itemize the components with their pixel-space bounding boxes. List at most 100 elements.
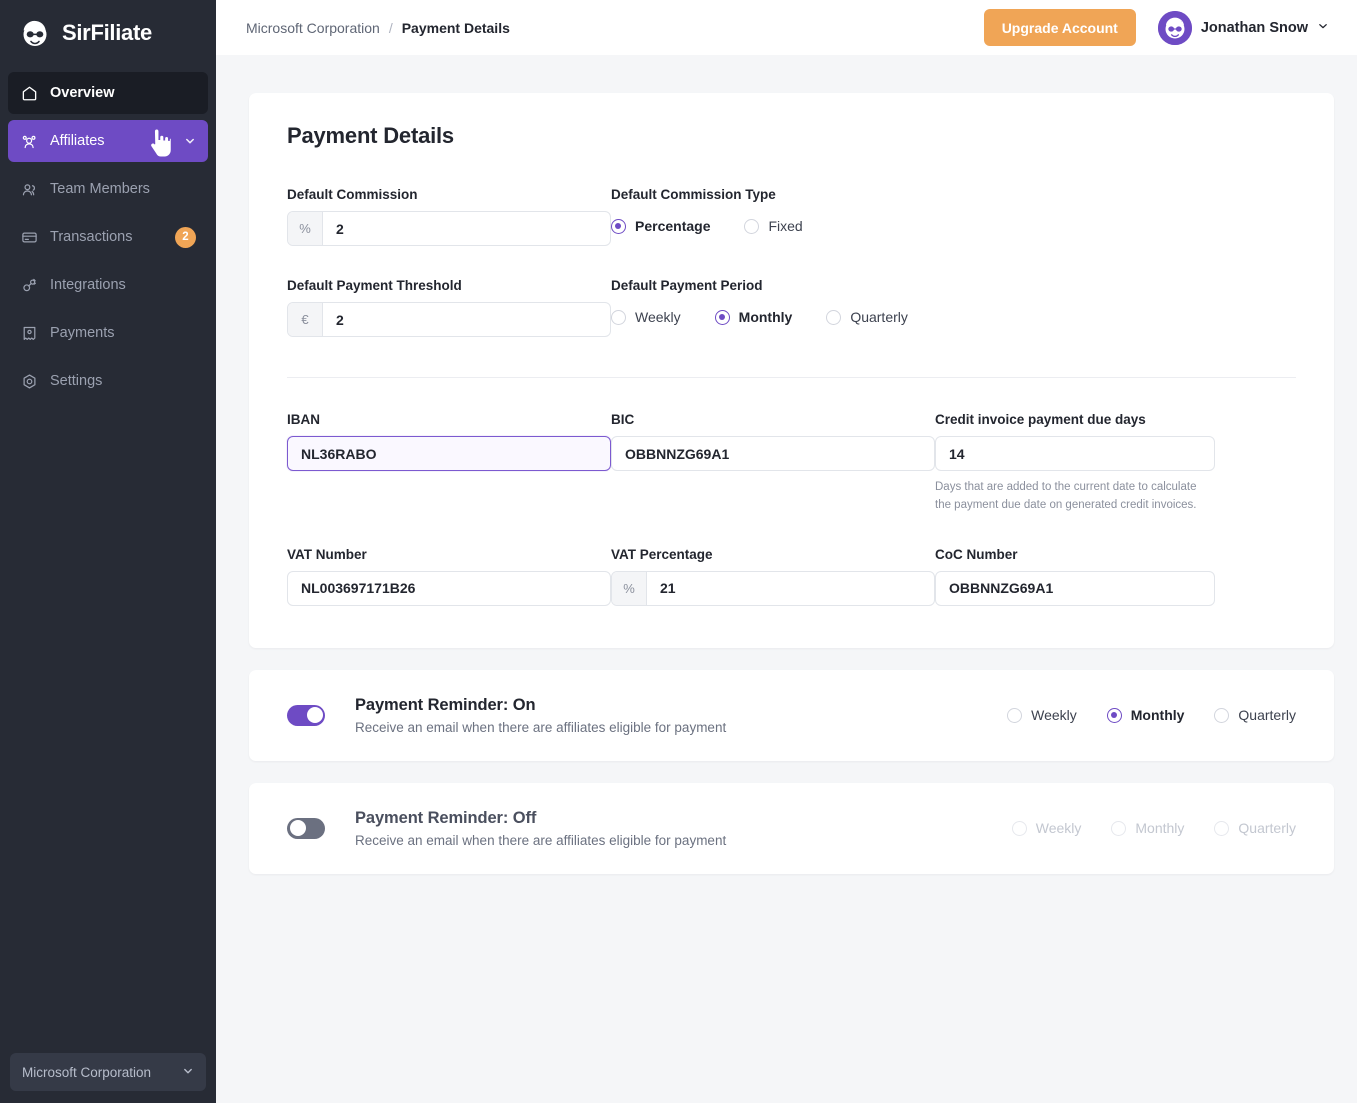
radio-dot-icon xyxy=(611,218,626,234)
sidebar-item-payments[interactable]: Payments xyxy=(8,312,208,354)
integrations-plug-icon xyxy=(20,276,38,294)
upgrade-account-button[interactable]: Upgrade Account xyxy=(983,9,1136,46)
radio-period-weekly[interactable]: Weekly xyxy=(611,309,681,325)
chevron-down-icon xyxy=(182,1065,194,1080)
radio-label: Monthly xyxy=(1130,707,1185,724)
page-title: Payment Details xyxy=(287,123,454,148)
sidebar-item-label: Integrations xyxy=(50,277,126,293)
affiliates-group-icon xyxy=(20,132,38,150)
field-label: Credit invoice payment due days xyxy=(935,412,1146,427)
sidebar-item-transactions[interactable]: Transactions 2 xyxy=(8,216,208,258)
field-vat-number: VAT Number xyxy=(287,547,611,606)
vat-percentage-input-wrap[interactable]: % xyxy=(611,570,935,606)
iban-input-wrap[interactable] xyxy=(287,436,611,471)
form-row-bank: IBAN BIC xyxy=(287,412,1296,547)
sidebar-item-integrations[interactable]: Integrations xyxy=(8,264,208,306)
credit-invoice-hint: Days that are added to the current date … xyxy=(935,481,1197,511)
form-row-commission: Default Commission % Default Commission … xyxy=(287,187,1296,278)
mascot-logo-icon xyxy=(18,16,52,50)
main-content: Payment Details Default Commission % 2 D… xyxy=(216,55,1357,1103)
vat-percentage-input[interactable] xyxy=(647,571,934,605)
bic-input-wrap[interactable] xyxy=(611,436,935,471)
coc-number-input-wrap[interactable] xyxy=(935,570,1215,606)
reminder-off-title: Payment Reminder: Off xyxy=(355,808,537,827)
radio-period-quarterly[interactable]: Quarterly xyxy=(826,309,908,325)
radio-label: Weekly xyxy=(1035,820,1082,837)
user-menu[interactable]: Jonathan Snow xyxy=(1157,10,1329,45)
field-label: BIC xyxy=(611,412,635,427)
radio-dot-icon xyxy=(744,218,760,234)
reminder-on-texts: Payment Reminder: On Receive an email wh… xyxy=(355,696,1007,735)
field-label: IBAN xyxy=(287,412,320,427)
team-members-icon xyxy=(20,180,38,198)
radio-reminder-on-quarterly[interactable]: Quarterly xyxy=(1214,707,1296,723)
field-credit-invoice-due-days: Credit invoice payment due days Days tha… xyxy=(935,412,1215,515)
payment-period-radio-group: Weekly Monthly Quarterly xyxy=(611,302,935,325)
sidebar-item-team-members[interactable]: Team Members xyxy=(8,168,208,210)
radio-reminder-off-weekly: Weekly xyxy=(1011,820,1082,837)
radio-label: Monthly xyxy=(1135,820,1185,837)
sidebar-footer: Microsoft Corporation xyxy=(0,1053,216,1103)
field-label: VAT Number xyxy=(287,546,367,562)
credit-invoice-due-days-input[interactable] xyxy=(936,437,1214,470)
section-divider xyxy=(287,377,1296,378)
field-bic: BIC xyxy=(611,412,935,471)
default-commission-input-wrap[interactable]: % xyxy=(287,211,611,246)
toggle-knob-icon xyxy=(289,820,306,837)
default-payment-threshold-input-wrap[interactable]: € xyxy=(287,302,611,337)
reminder-on-title: Payment Reminder: On xyxy=(355,695,536,714)
reminder-on-description: Receive an email when there are affiliat… xyxy=(355,719,727,735)
reminder-off-radio-group: Weekly Monthly Quarterly xyxy=(1011,820,1296,837)
payment-reminder-on-card: Payment Reminder: On Receive an email wh… xyxy=(249,669,1334,761)
transactions-badge: 2 xyxy=(175,226,196,248)
breadcrumb-current: Payment Details xyxy=(401,19,510,36)
radio-dot-icon xyxy=(1011,820,1027,836)
reminder-off-texts: Payment Reminder: Off Receive an email w… xyxy=(355,809,1012,848)
org-switcher[interactable]: Microsoft Corporation xyxy=(10,1053,206,1091)
brand[interactable]: SirFiliate xyxy=(0,0,216,68)
sidebar-item-overview[interactable]: Overview xyxy=(8,72,208,114)
breadcrumb-separator: / xyxy=(388,19,393,36)
field-label: VAT Percentage xyxy=(611,546,713,562)
vat-number-input[interactable] xyxy=(288,571,610,605)
vat-number-input-wrap[interactable] xyxy=(287,570,611,606)
sidebar-item-label: Payments xyxy=(50,325,115,341)
topbar-actions: Upgrade Account Jonathan Snow xyxy=(983,9,1329,46)
breadcrumb: Microsoft Corporation / Payment Details xyxy=(246,20,510,36)
payment-reminder-on-toggle[interactable] xyxy=(287,704,325,726)
radio-reminder-on-weekly[interactable]: Weekly xyxy=(1007,707,1077,723)
radio-reminder-off-monthly: Monthly xyxy=(1111,820,1184,836)
field-iban: IBAN xyxy=(287,412,611,471)
sidebar-item-settings[interactable]: Settings xyxy=(8,360,208,402)
radio-reminder-on-monthly[interactable]: Monthly xyxy=(1106,707,1185,724)
radio-dot-icon xyxy=(1111,820,1127,836)
sidebar-item-affiliates[interactable]: Affiliates xyxy=(8,120,208,162)
default-payment-threshold-input[interactable] xyxy=(323,303,610,336)
field-default-commission-type: Default Commission Type Percentage Fixed xyxy=(611,187,935,234)
payment-reminder-off-toggle[interactable] xyxy=(287,817,325,839)
radio-label: Monthly xyxy=(738,309,793,325)
chevron-down-icon[interactable] xyxy=(184,135,196,147)
content-area: Microsoft Corporation / Payment Details … xyxy=(216,0,1357,1103)
radio-reminder-off-quarterly: Quarterly xyxy=(1214,820,1296,836)
topbar: Microsoft Corporation / Payment Details … xyxy=(216,0,1357,55)
credit-invoice-due-days-input-wrap[interactable] xyxy=(935,436,1215,471)
field-label: CoC Number xyxy=(935,546,1018,562)
radio-label: Quarterly xyxy=(850,309,908,325)
radio-dot-icon xyxy=(1214,820,1230,836)
radio-commission-percentage[interactable]: Percentage xyxy=(611,218,710,234)
bic-input[interactable] xyxy=(612,437,934,470)
radio-label: Quarterly xyxy=(1238,820,1296,837)
breadcrumb-root[interactable]: Microsoft Corporation xyxy=(246,20,380,36)
reminder-off-description: Receive an email when there are affiliat… xyxy=(355,832,727,848)
field-vat-percentage: VAT Percentage % xyxy=(611,547,935,606)
default-commission-input[interactable] xyxy=(323,212,610,245)
coc-number-input[interactable] xyxy=(936,571,1214,605)
radio-dot-icon xyxy=(1007,707,1023,723)
radio-commission-fixed[interactable]: Fixed xyxy=(744,218,803,234)
radio-period-monthly[interactable]: Monthly xyxy=(714,309,793,325)
field-coc-number: CoC Number xyxy=(935,547,1215,606)
iban-input[interactable] xyxy=(288,437,610,470)
chevron-down-icon xyxy=(1317,19,1329,37)
sidebar-item-label: Team Members xyxy=(50,181,150,197)
